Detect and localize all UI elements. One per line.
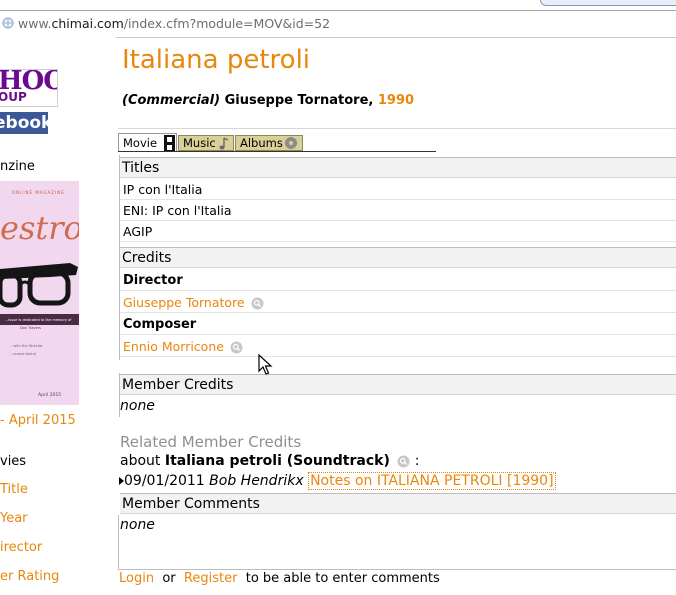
browse-by-title-link[interactable]: Title (0, 482, 28, 497)
browse-by-director-link[interactable]: irector (0, 540, 42, 555)
director-row: Giuseppe Tornatore (120, 292, 676, 313)
tab-baseline (118, 151, 436, 152)
entry-date: 09/01/2011 (124, 473, 205, 489)
tab-albums[interactable]: Albums (235, 135, 303, 151)
register-link[interactable]: Register (184, 571, 238, 586)
divider (118, 128, 676, 129)
browser-top-strip (0, 0, 676, 10)
director-role: Director (120, 270, 676, 291)
facebook-logo[interactable]: ebook (0, 112, 48, 134)
left-sidebar: HOO! OUP ebook nzine ONLINE MAGAZINE est… (0, 37, 116, 595)
search-icon[interactable] (397, 455, 410, 468)
entry-author: Bob Hendrikx (209, 473, 304, 489)
browser-tab-edge[interactable] (540, 0, 676, 6)
tab-music[interactable]: Music (178, 135, 234, 151)
composer-link[interactable]: Ennio Morricone (123, 339, 224, 354)
issue-link[interactable]: - April 2015 (0, 413, 76, 428)
search-icon[interactable] (230, 341, 243, 354)
tab-movie[interactable]: Movie (118, 133, 177, 152)
related-about: about Italiana petroli (Soundtrack) : (120, 453, 420, 469)
url-text[interactable]: www.chimai.com/index.cfm?module=MOV&id=5… (18, 16, 330, 31)
comments-box (118, 515, 676, 570)
yahoo-group-logo[interactable]: HOO! OUP (0, 69, 58, 107)
member-credits-heading: Member Credits (120, 374, 676, 395)
search-icon[interactable] (251, 297, 264, 310)
page-icon (2, 17, 14, 29)
login-prompt: Login or Register to be able to enter co… (119, 571, 440, 586)
member-comments-heading: Member Comments (120, 493, 676, 514)
composer-role: Composer (120, 314, 676, 335)
notes-link[interactable]: Notes on ITALIANA PETROLI [1990] (308, 472, 556, 490)
titles-heading: Titles (120, 157, 676, 178)
movie-subtitle: (Commercial) Giuseppe Tornatore, 1990 (122, 93, 414, 108)
magazine-cover[interactable]: ONLINE MAGAZINE estro ...issue is dedica… (0, 181, 79, 405)
member-credits-value: none (120, 398, 155, 414)
page-title: Italiana petroli (122, 45, 311, 75)
member-comments-value: none (120, 517, 155, 533)
related-entry: 09/01/2011 Bob Hendrikx Notes on ITALIAN… (119, 472, 556, 490)
title-item: ENI: IP con l'Italia (120, 200, 676, 221)
address-bar[interactable]: www.chimai.com/index.cfm?module=MOV&id=5… (0, 10, 676, 38)
credits-heading: Credits (120, 247, 676, 268)
title-item: IP con l'Italia (120, 179, 676, 200)
movies-label: vies (0, 454, 27, 469)
title-item: AGIP (120, 221, 676, 242)
composer-row: Ennio Morricone (120, 336, 676, 357)
glasses-image (0, 263, 78, 308)
magazine-label: nzine (0, 159, 35, 174)
browse-by-year-link[interactable]: Year (0, 511, 28, 526)
tab-bar: Movie Music Albums (118, 133, 438, 153)
film-icon (164, 135, 175, 152)
movie-director[interactable]: Giuseppe Tornatore, (225, 93, 374, 108)
director-link[interactable]: Giuseppe Tornatore (123, 295, 245, 310)
music-note-icon (219, 137, 229, 150)
disc-icon (285, 137, 297, 149)
main-content: Italiana petroli (Commercial) Giuseppe T… (118, 37, 676, 595)
related-credits-heading: Related Member Credits (120, 433, 302, 451)
login-link[interactable]: Login (119, 571, 154, 586)
movie-type: (Commercial) (122, 93, 221, 108)
related-title: Italiana petroli (Soundtrack) (164, 453, 390, 469)
browse-by-rating-link[interactable]: er Rating (0, 569, 59, 584)
movie-year[interactable]: 1990 (378, 93, 414, 108)
mouse-cursor-icon (258, 354, 273, 375)
